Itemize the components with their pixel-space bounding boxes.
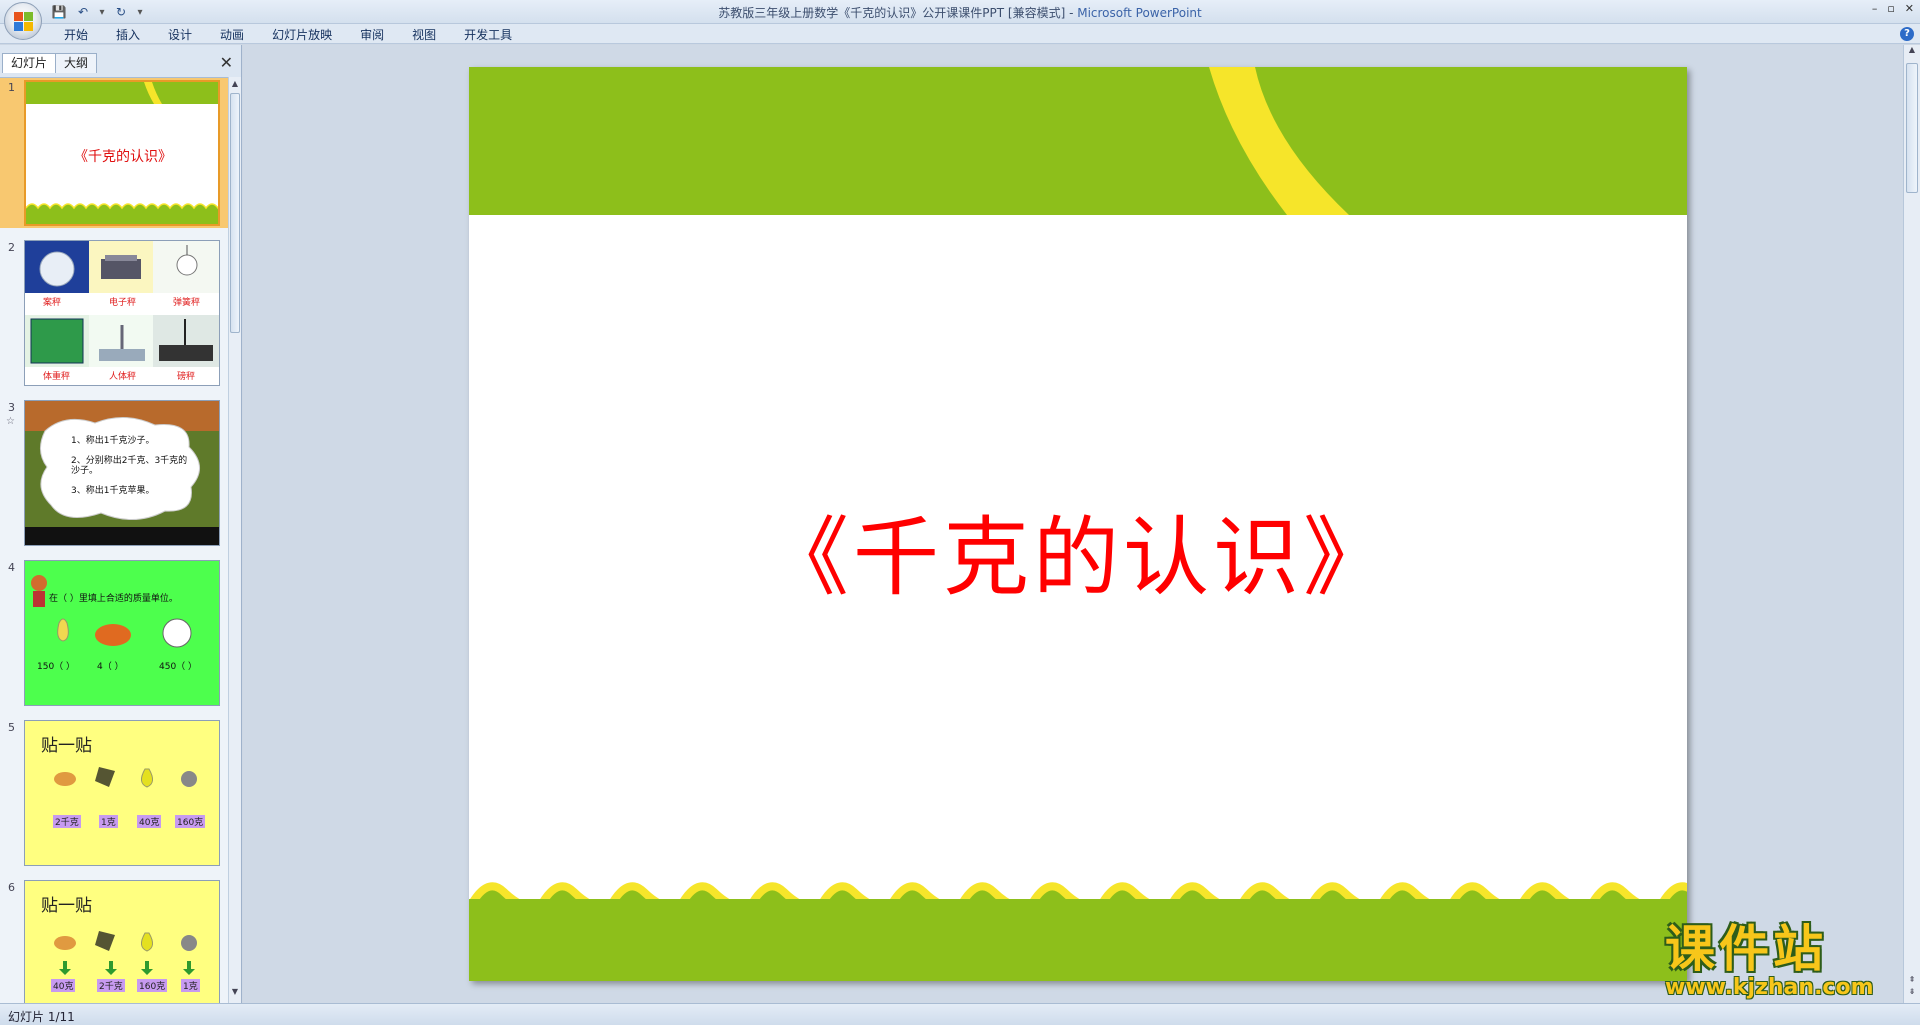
- watermark-url: www.kjzhan.com: [1665, 975, 1874, 1000]
- slide-thumbnail-row: 6 贴一贴 40克 2千克 160克 1克: [0, 878, 228, 1003]
- slide-1-title: 《千克的认识》: [74, 149, 172, 165]
- slide-thumbnail-row: 1 《千克的认识》: [0, 78, 228, 228]
- vertical-scrollbar[interactable]: ▲ ⇞ ⇟: [1903, 45, 1920, 1003]
- slide-number: 6: [8, 881, 15, 894]
- slide-thumbnail-row: 2 案秤 电子秤 弹簧秤 体重秤 人体秤 磅秤: [0, 238, 228, 388]
- slides-pane: 幻灯片 大纲 ✕ 1 《千克的认识》 2 案秤 电子秤 弹簧秤 体重秤 人体秤 …: [0, 45, 242, 1003]
- scale-label: 体重秤: [43, 372, 71, 382]
- weight-tag: 40克: [51, 979, 76, 992]
- slide-thumbnail-row: 5 贴一贴 2千克 1克 40克 160克: [0, 718, 228, 868]
- next-slide-icon[interactable]: ⇟: [1907, 987, 1917, 999]
- animation-star-icon: ☆: [6, 416, 15, 427]
- task-line: 3、称出1千克苹果。: [71, 486, 155, 496]
- tab-slide-show[interactable]: 幻灯片放映: [258, 26, 346, 44]
- title-bar: 💾 ↶ ▾ ↻ ▾ 苏教版三年级上册数学《千克的认识》公开课课件PPT [兼容模…: [0, 0, 1920, 24]
- slide-footer-band: [469, 899, 1687, 981]
- slide-thumbnail-2[interactable]: 案秤 电子秤 弹簧秤 体重秤 人体秤 磅秤: [24, 240, 220, 386]
- window-controls: – ▫ ✕: [1872, 2, 1914, 15]
- current-slide[interactable]: 《千克的认识》: [469, 67, 1687, 981]
- restore-button[interactable]: ▫: [1887, 2, 1894, 15]
- slide-3-preview: [25, 401, 219, 545]
- blank-value: 4（ ）: [97, 662, 124, 672]
- scroll-up-icon[interactable]: ▲: [230, 79, 240, 91]
- slide-thumbnail-4[interactable]: 在（ ）里填上合适的质量单位。 150（ ） 4（ ） 450（ ）: [24, 560, 220, 706]
- scroll-down-icon[interactable]: ▼: [230, 987, 240, 999]
- scroll-up-icon[interactable]: ▲: [1907, 45, 1917, 57]
- close-pane-icon[interactable]: ✕: [220, 53, 233, 72]
- slide-thumbnail-1[interactable]: 《千克的认识》: [24, 80, 220, 226]
- close-window-button[interactable]: ✕: [1905, 2, 1914, 15]
- window-title: 苏教版三年级上册数学《千克的认识》公开课课件PPT [兼容模式] - Micro…: [0, 4, 1920, 21]
- slide-4-prompt: 在（ ）里填上合适的质量单位。: [49, 594, 178, 604]
- slide-counter: 幻灯片 1/11: [8, 1010, 75, 1024]
- tab-view[interactable]: 视图: [398, 26, 450, 44]
- pane-tabs: 幻灯片 大纲: [2, 53, 98, 73]
- app-name: Microsoft PowerPoint: [1077, 6, 1202, 20]
- slide-5-pictures: [54, 767, 197, 788]
- tab-developer[interactable]: 开发工具: [450, 26, 526, 44]
- weight-tag: 2千克: [97, 979, 125, 992]
- scale-label: 磅秤: [177, 372, 196, 382]
- slide-thumbnail-list: 1 《千克的认识》 2 案秤 电子秤 弹簧秤 体重秤 人体秤 磅秤 3 ☆ 1、…: [0, 77, 228, 1003]
- weight-tag: 2千克: [53, 815, 81, 828]
- slide-editing-area: 《千克的认识》: [243, 45, 1903, 1003]
- task-line: 1、称出1千克沙子。: [71, 436, 155, 446]
- slide-thumbnail-row: 4 在（ ）里填上合适的质量单位。 150（ ） 4（ ） 450（ ）: [0, 558, 228, 708]
- scales-pictures: [25, 241, 219, 367]
- slide-number: 5: [8, 721, 15, 734]
- tab-home[interactable]: 开始: [50, 26, 102, 44]
- tab-slides[interactable]: 幻灯片: [2, 53, 57, 73]
- minimize-button[interactable]: –: [1872, 2, 1878, 15]
- help-icon[interactable]: ?: [1900, 27, 1914, 41]
- slide-number: 2: [8, 241, 15, 254]
- scale-label: 人体秤: [109, 372, 137, 382]
- scrollbar-thumb[interactable]: [230, 93, 240, 333]
- scale-label: 电子秤: [109, 298, 137, 308]
- blank-value: 450（ ）: [159, 662, 198, 672]
- scale-label: 案秤: [43, 298, 62, 308]
- weight-tag: 40克: [137, 815, 162, 828]
- slide-number: 3: [8, 401, 15, 414]
- watermark-logo: 课件站 www.kjzhan.com: [1665, 922, 1901, 1002]
- previous-slide-icon[interactable]: ⇞: [1907, 975, 1917, 987]
- scrollbar-thumb[interactable]: [1906, 63, 1918, 193]
- slide-number: 1: [8, 81, 15, 94]
- tab-insert[interactable]: 插入: [102, 26, 154, 44]
- tab-design[interactable]: 设计: [154, 26, 206, 44]
- task-line: 沙子。: [71, 466, 99, 476]
- weight-tag: 1克: [99, 815, 118, 828]
- document-title: 苏教版三年级上册数学《千克的认识》公开课课件PPT [兼容模式] -: [718, 6, 1078, 20]
- slide-thumbnail-row: 3 ☆ 1、称出1千克沙子。 2、分别称出2千克、3千克的 沙子。 3、称出1千…: [0, 398, 228, 548]
- tab-outline[interactable]: 大纲: [55, 53, 98, 73]
- ribbon-tabs: 开始 插入 设计 动画 幻灯片放映 审阅 视图 开发工具: [50, 26, 526, 44]
- office-button[interactable]: [4, 2, 42, 40]
- slide-thumbnail-3[interactable]: 1、称出1千克沙子。 2、分别称出2千克、3千克的 沙子。 3、称出1千克苹果。: [24, 400, 220, 546]
- weight-tag: 1克: [181, 979, 200, 992]
- slide-number: 4: [8, 561, 15, 574]
- tab-animations[interactable]: 动画: [206, 26, 258, 44]
- watermark-title: 课件站: [1665, 920, 1827, 978]
- weight-tag: 160克: [175, 815, 206, 828]
- office-logo-icon: [14, 12, 34, 32]
- blank-value: 150（ ）: [37, 662, 76, 672]
- slide-title[interactable]: 《千克的认识》: [469, 487, 1687, 612]
- ribbon: 开始 插入 设计 动画 幻灯片放映 审阅 视图 开发工具 ?: [0, 24, 1920, 44]
- tab-review[interactable]: 审阅: [346, 26, 398, 44]
- scale-label: 弹簧秤: [173, 298, 201, 308]
- slide-4-preview: [31, 575, 192, 648]
- slide-thumbnail-6[interactable]: 贴一贴 40克 2千克 160克 1克: [24, 880, 220, 1003]
- weight-tag: 160克: [137, 979, 168, 992]
- slide-thumbnail-5[interactable]: 贴一贴 2千克 1克 40克 160克: [24, 720, 220, 866]
- slides-pane-scrollbar[interactable]: ▲ ▼: [228, 77, 241, 1003]
- status-bar: 幻灯片 1/11: [0, 1003, 1920, 1025]
